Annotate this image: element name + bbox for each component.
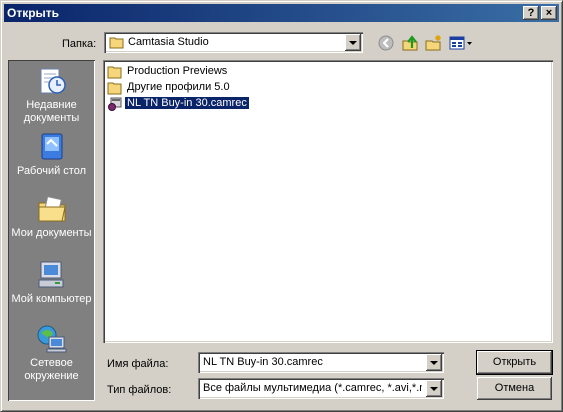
place-desktop-label: Рабочий стол (16, 165, 87, 177)
folder-icon (107, 82, 122, 95)
back-button[interactable] (377, 34, 397, 52)
file-name-input[interactable]: NL TN Buy-in 30.camrec (203, 356, 422, 368)
new-folder-button[interactable] (425, 34, 445, 52)
window-title: Открыть (7, 6, 60, 20)
my-documents-icon (38, 196, 66, 222)
place-my-documents[interactable]: Мои документы (8, 193, 95, 240)
place-network-places[interactable]: Сетевое окружение (8, 323, 95, 383)
views-menu-button[interactable] (448, 34, 474, 52)
file-name: Другие профили 5.0 (127, 81, 230, 93)
file-name-label: Имя файла: (107, 358, 169, 370)
file-name: Production Previews (127, 65, 228, 77)
close-button[interactable]: × (541, 6, 557, 20)
back-icon (378, 35, 394, 51)
desktop-icon (41, 133, 62, 160)
cancel-button[interactable]: Отмена (477, 377, 552, 400)
place-my-computer[interactable]: Мой компьютер (8, 259, 95, 306)
network-places-icon (37, 325, 66, 353)
recent-documents-icon (40, 68, 66, 94)
open-file-dialog: Открыть ? × Папка: Camtasia Studio Недав… (0, 0, 563, 412)
place-my-computer-label: Мой компьютер (11, 293, 92, 305)
file-list[interactable]: Production Previews Другие профили 5.0 N… (103, 60, 553, 343)
file-name: NL TN Buy-in 30.camrec (124, 96, 250, 110)
place-desktop[interactable]: Рабочий стол (8, 131, 95, 178)
file-type-dropdown-button[interactable] (426, 380, 442, 397)
folder-icon (109, 37, 124, 49)
camrec-file-icon (108, 97, 122, 111)
look-in-value: Camtasia Studio (128, 36, 209, 48)
file-name-combo[interactable]: NL TN Buy-in 30.camrec (198, 352, 444, 373)
title-bar[interactable]: Открыть ? × (4, 4, 559, 22)
up-folder-icon (402, 35, 418, 51)
folder-icon (107, 66, 122, 79)
look-in-dropdown-button[interactable] (345, 34, 361, 51)
file-type-label: Тип файлов: (107, 384, 172, 396)
place-my-documents-label: Мои документы (11, 227, 92, 239)
places-bar: Недавние документы Рабочий стол Мои доку… (8, 60, 95, 401)
place-network-places-label: Сетевое окружение (24, 357, 79, 382)
open-button[interactable]: Открыть (477, 351, 552, 374)
look-in-label: Папка: (62, 38, 97, 50)
new-folder-icon (425, 35, 441, 51)
views-menu-icon (449, 36, 472, 50)
file-type-value: Все файлы мультимедиа (*.camrec, *.avi,*… (203, 382, 422, 394)
up-folder-button[interactable] (402, 34, 422, 52)
my-computer-icon (38, 261, 63, 288)
help-button[interactable]: ? (523, 6, 539, 20)
file-name-dropdown-button[interactable] (426, 354, 442, 371)
file-type-combo[interactable]: Все файлы мультимедиа (*.camrec, *.avi,*… (198, 378, 444, 399)
look-in-combo[interactable]: Camtasia Studio (104, 32, 363, 53)
place-recent-documents[interactable]: Недавние документы (8, 65, 95, 125)
place-recent-documents-label: Недавние документы (23, 99, 80, 124)
